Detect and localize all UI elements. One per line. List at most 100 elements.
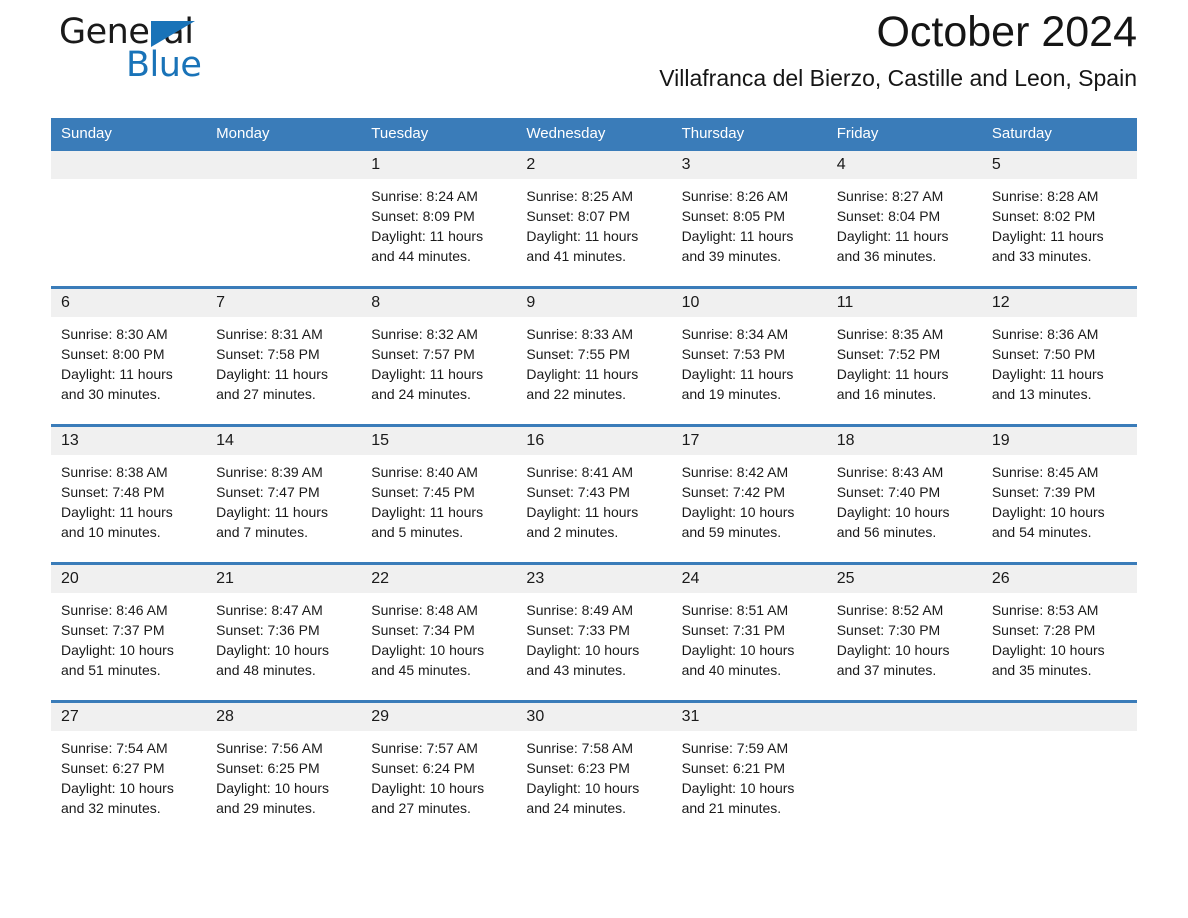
calendar-day-cell[interactable]: 23 Sunrise: 8:49 AM Sunset: 7:33 PM Dayligh… (516, 562, 672, 702)
day-number (206, 151, 362, 179)
calendar-day-cell[interactable]: 2 Sunrise: 8:25 AM Sunset: 8:07 PM Daylight… (516, 151, 672, 288)
sunset-text: Sunset: 6:23 PM (526, 760, 630, 776)
title-block: October 2024 Villafranca del Bierzo, Cas… (659, 0, 1137, 92)
weekday-header-thursday: Thursday (671, 118, 827, 151)
day-number: 14 (206, 427, 362, 455)
day-cell-inner: 23 Sunrise: 8:49 AM Sunset: 7:33 PM Dayligh… (516, 565, 672, 700)
calendar-day-cell[interactable]: 17 Sunrise: 8:42 AM Sunset: 7:42 PM Dayligh… (671, 424, 827, 564)
calendar-day-cell[interactable]: 5 Sunrise: 8:28 AM Sunset: 8:02 PM Daylight… (981, 151, 1137, 288)
day-cell-inner: 18 Sunrise: 8:43 AM Sunset: 7:40 PM Dayligh… (826, 427, 982, 562)
sunset-text: Sunset: 6:27 PM (61, 760, 165, 776)
day-details: Sunrise: 8:51 AM Sunset: 7:31 PM Daylight:… (672, 593, 827, 680)
calendar-day-cell[interactable]: 10 Sunrise: 8:34 AM Sunset: 7:53 PM Dayligh… (671, 286, 827, 426)
calendar-day-cell[interactable]: 7 Sunrise: 8:31 AM Sunset: 7:58 PM Daylight… (206, 286, 362, 426)
day-number: 31 (671, 703, 827, 731)
calendar-week-row: 13 Sunrise: 8:38 AM Sunset: 7:48 PM Dayligh… (51, 424, 1137, 564)
calendar-day-cell[interactable]: 21 Sunrise: 8:47 AM Sunset: 7:36 PM Dayligh… (206, 562, 362, 702)
calendar-day-cell[interactable]: 22 Sunrise: 8:48 AM Sunset: 7:34 PM Dayligh… (361, 562, 517, 702)
day-cell-inner (981, 703, 1137, 838)
day-details: Sunrise: 8:40 AM Sunset: 7:45 PM Daylight:… (361, 455, 516, 542)
calendar-day-cell[interactable]: 3 Sunrise: 8:26 AM Sunset: 8:05 PM Daylight… (671, 151, 827, 288)
day-cell-inner: 3 Sunrise: 8:26 AM Sunset: 8:05 PM Daylight… (671, 151, 827, 286)
daylight-text: Daylight: 10 hours and 43 minutes. (526, 642, 640, 678)
calendar-day-cell[interactable]: 16 Sunrise: 8:41 AM Sunset: 7:43 PM Dayligh… (516, 424, 672, 564)
day-cell-inner: 16 Sunrise: 8:41 AM Sunset: 7:43 PM Dayligh… (516, 427, 672, 562)
calendar-day-cell[interactable]: 27 Sunrise: 7:54 AM Sunset: 6:27 PM Dayligh… (51, 700, 207, 838)
sunset-text: Sunset: 7:43 PM (526, 484, 630, 500)
calendar-page: General Blue October 2024 Villafranca de… (0, 0, 1188, 918)
day-details: Sunrise: 8:39 AM Sunset: 7:47 PM Daylight:… (206, 455, 361, 542)
weekday-header-monday: Monday (206, 118, 362, 151)
sunset-text: Sunset: 7:40 PM (836, 484, 941, 500)
calendar-day-cell[interactable]: 29 Sunrise: 7:57 AM Sunset: 6:24 PM Dayligh… (361, 700, 517, 838)
daylight-text: Daylight: 10 hours and 59 minutes. (681, 504, 795, 540)
day-details: Sunrise: 8:26 AM Sunset: 8:05 PM Daylight:… (672, 179, 827, 266)
day-cell-inner: 1 Sunrise: 8:24 AM Sunset: 8:09 PM Daylight… (361, 151, 517, 286)
calendar-day-cell-empty (51, 151, 207, 288)
daylight-text: Daylight: 11 hours and 16 minutes. (836, 366, 949, 402)
calendar-day-cell[interactable]: 8 Sunrise: 8:32 AM Sunset: 7:57 PM Daylight… (361, 286, 517, 426)
calendar-day-cell[interactable]: 18 Sunrise: 8:43 AM Sunset: 7:40 PM Dayligh… (826, 424, 982, 564)
calendar-day-cell[interactable]: 13 Sunrise: 8:38 AM Sunset: 7:48 PM Dayligh… (51, 424, 207, 564)
sunset-text: Sunset: 7:36 PM (216, 622, 320, 638)
calendar-day-cell-empty (981, 700, 1137, 838)
sunset-text: Sunset: 7:33 PM (526, 622, 630, 638)
day-cell-inner: 13 Sunrise: 8:38 AM Sunset: 7:48 PM Dayligh… (51, 427, 207, 562)
calendar-day-cell[interactable]: 24 Sunrise: 8:51 AM Sunset: 7:31 PM Dayligh… (671, 562, 827, 702)
calendar-day-cell[interactable]: 15 Sunrise: 8:40 AM Sunset: 7:45 PM Dayligh… (361, 424, 517, 564)
logo-text-blue: Blue (126, 45, 202, 85)
day-cell-inner (826, 703, 982, 838)
day-number: 29 (361, 703, 517, 731)
sunrise-text: Sunrise: 8:51 AM (681, 602, 789, 618)
sunset-text: Sunset: 7:28 PM (991, 622, 1096, 638)
daylight-text: Daylight: 11 hours and 39 minutes. (681, 228, 794, 264)
calendar-day-cell[interactable]: 19 Sunrise: 8:45 AM Sunset: 7:39 PM Dayligh… (981, 424, 1137, 564)
day-number: 12 (981, 289, 1137, 317)
calendar-day-cell[interactable]: 30 Sunrise: 7:58 AM Sunset: 6:23 PM Dayligh… (516, 700, 672, 838)
day-number: 22 (361, 565, 517, 593)
daylight-text: Daylight: 10 hours and 51 minutes. (61, 642, 174, 678)
sunrise-text: Sunrise: 8:41 AM (526, 464, 634, 480)
day-number: 18 (826, 427, 982, 455)
calendar-day-cell[interactable]: 25 Sunrise: 8:52 AM Sunset: 7:30 PM Dayligh… (826, 562, 982, 702)
day-details: Sunrise: 8:48 AM Sunset: 7:34 PM Daylight:… (361, 593, 516, 680)
sunrise-text: Sunrise: 8:25 AM (526, 188, 634, 204)
location-subtitle: Villafranca del Bierzo, Castille and Leo… (659, 65, 1137, 91)
sunrise-text: Sunrise: 8:39 AM (216, 464, 323, 480)
calendar-day-cell[interactable]: 12 Sunrise: 8:36 AM Sunset: 7:50 PM Dayligh… (981, 286, 1137, 426)
day-cell-inner: 9 Sunrise: 8:33 AM Sunset: 7:55 PM Daylight… (516, 289, 672, 424)
day-cell-inner: 5 Sunrise: 8:28 AM Sunset: 8:02 PM Daylight… (981, 151, 1137, 286)
daylight-text: Daylight: 10 hours and 45 minutes. (371, 642, 485, 678)
calendar-day-cell[interactable]: 6 Sunrise: 8:30 AM Sunset: 8:00 PM Daylight… (51, 286, 207, 426)
day-cell-inner: 26 Sunrise: 8:53 AM Sunset: 7:28 PM Dayligh… (981, 565, 1137, 700)
day-details: Sunrise: 8:52 AM Sunset: 7:30 PM Daylight:… (827, 593, 982, 680)
calendar-day-cell[interactable]: 4 Sunrise: 8:27 AM Sunset: 8:04 PM Daylight… (826, 151, 982, 288)
calendar-day-cell[interactable]: 1 Sunrise: 8:24 AM Sunset: 8:09 PM Daylight… (361, 151, 517, 288)
day-details: Sunrise: 8:36 AM Sunset: 7:50 PM Daylight:… (982, 317, 1137, 404)
day-details: Sunrise: 7:54 AM Sunset: 6:27 PM Daylight:… (51, 731, 206, 818)
day-number: 13 (51, 427, 207, 455)
calendar-day-cell[interactable]: 20 Sunrise: 8:46 AM Sunset: 7:37 PM Dayligh… (51, 562, 207, 702)
day-details: Sunrise: 8:32 AM Sunset: 7:57 PM Daylight:… (361, 317, 516, 404)
calendar-day-cell[interactable]: 14 Sunrise: 8:39 AM Sunset: 7:47 PM Dayligh… (206, 424, 362, 564)
sunset-text: Sunset: 7:52 PM (836, 346, 941, 362)
calendar-day-cell[interactable]: 9 Sunrise: 8:33 AM Sunset: 7:55 PM Daylight… (516, 286, 672, 426)
general-blue-logo[interactable]: General Blue (51, 12, 251, 85)
day-number: 17 (671, 427, 827, 455)
daylight-text: Daylight: 10 hours and 21 minutes. (681, 780, 795, 816)
day-number: 9 (516, 289, 672, 317)
day-number: 23 (516, 565, 672, 593)
day-details: Sunrise: 7:58 AM Sunset: 6:23 PM Daylight:… (516, 731, 671, 818)
calendar-day-cell[interactable]: 28 Sunrise: 7:56 AM Sunset: 6:25 PM Dayligh… (206, 700, 362, 838)
sunset-text: Sunset: 7:58 PM (216, 346, 320, 362)
daylight-text: Daylight: 11 hours and 22 minutes. (526, 366, 639, 402)
sunrise-text: Sunrise: 8:36 AM (991, 326, 1099, 342)
calendar-day-cell[interactable]: 11 Sunrise: 8:35 AM Sunset: 7:52 PM Dayligh… (826, 286, 982, 426)
day-cell-inner: 14 Sunrise: 8:39 AM Sunset: 7:47 PM Dayligh… (206, 427, 362, 562)
day-cell-inner: 22 Sunrise: 8:48 AM Sunset: 7:34 PM Dayligh… (361, 565, 517, 700)
day-details: Sunrise: 8:43 AM Sunset: 7:40 PM Daylight:… (827, 455, 982, 542)
calendar-day-cell[interactable]: 26 Sunrise: 8:53 AM Sunset: 7:28 PM Dayligh… (981, 562, 1137, 702)
daylight-text: Daylight: 11 hours and 5 minutes. (371, 504, 484, 540)
day-number: 27 (51, 703, 207, 731)
calendar-day-cell[interactable]: 31 Sunrise: 7:59 AM Sunset: 6:21 PM Dayligh… (671, 700, 827, 838)
